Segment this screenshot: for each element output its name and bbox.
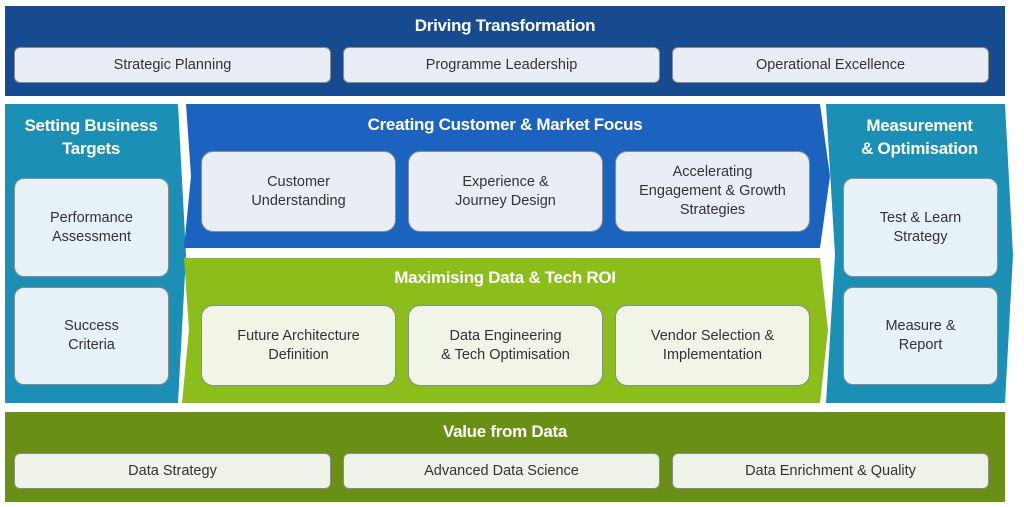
datatech-item-2-line2: Implementation: [662, 346, 763, 363]
datatech-panel: Maximising Data & Tech ROI Future Archit…: [190, 258, 820, 403]
customer-item-1-line1: Experience &: [462, 173, 549, 190]
top-item-strategic-planning[interactable]: Strategic Planning: [14, 47, 331, 83]
datatech-item-future-architecture[interactable]: Future Architecture Definition: [201, 305, 396, 386]
bottom-band: Value from Data Data Strategy Advanced D…: [5, 412, 1005, 502]
datatech-item-vendor-selection[interactable]: Vendor Selection & Implementation: [615, 305, 810, 386]
top-item-operational-excellence[interactable]: Operational Excellence: [672, 47, 989, 83]
customer-item-growth-strategies[interactable]: Accelerating Engagement & Growth Strateg…: [615, 151, 810, 232]
left-item-0-line1: Performance: [49, 209, 133, 226]
right-item-0-line1: Test & Learn: [879, 209, 962, 226]
datatech-item-0-line2: Definition: [268, 346, 329, 363]
left-item-0-line2: Assessment: [52, 228, 131, 245]
left-panel-title-line2: Targets: [61, 139, 121, 158]
left-item-1-line1: Success: [64, 318, 119, 334]
left-item-performance-assessment[interactable]: Performance Assessment: [14, 178, 169, 277]
right-item-1-line2: Report: [898, 337, 943, 353]
datatech-item-data-engineering[interactable]: Data Engineering & Tech Optimisation: [408, 305, 603, 386]
datatech-item-0-line1: Future Architecture: [237, 327, 360, 344]
top-band-title: Driving Transformation: [414, 16, 596, 35]
customer-item-1-line2: Journey Design: [455, 192, 556, 209]
customer-panel-title: Creating Customer & Market Focus: [367, 115, 643, 134]
customer-item-0-line2: Understanding: [251, 192, 346, 209]
left-panel: Setting Business Targets Performance Ass…: [5, 104, 177, 403]
datatech-item-2-line1: Vendor Selection &: [650, 327, 775, 344]
customer-item-2-line1: Accelerating: [672, 164, 753, 180]
bottom-item-advanced-data-science[interactable]: Advanced Data Science: [343, 453, 660, 489]
left-panel-title: Setting Business Targets: [5, 114, 177, 160]
top-band: Driving Transformation Strategic Plannin…: [5, 6, 1005, 96]
right-panel-title-line1: Measurement: [866, 116, 973, 135]
customer-item-0-line1: Customer: [267, 173, 330, 190]
bottom-band-title: Value from Data: [443, 422, 567, 441]
right-item-measure-report[interactable]: Measure & Report: [843, 287, 998, 385]
datatech-panel-title: Maximising Data & Tech ROI: [394, 268, 616, 287]
right-panel-title-line2: & Optimisation: [861, 139, 978, 158]
bottom-item-data-strategy[interactable]: Data Strategy: [14, 453, 331, 489]
customer-item-understanding[interactable]: Customer Understanding: [201, 151, 396, 232]
left-item-success-criteria[interactable]: Success Criteria: [14, 287, 169, 385]
customer-item-2-line2: Engagement & Growth: [639, 183, 786, 199]
customer-panel: Creating Customer & Market Focus Custome…: [190, 104, 820, 248]
bottom-item-data-enrichment-quality[interactable]: Data Enrichment & Quality: [672, 453, 989, 489]
right-item-0-line2: Strategy: [893, 228, 948, 245]
right-panel: Measurement & Optimisation Test & Learn …: [834, 104, 1005, 403]
right-item-1-line1: Measure &: [885, 318, 956, 334]
right-item-test-learn[interactable]: Test & Learn Strategy: [843, 178, 998, 277]
customer-item-journey-design[interactable]: Experience & Journey Design: [408, 151, 603, 232]
left-panel-title-line1: Setting Business: [24, 116, 158, 135]
top-item-programme-leadership[interactable]: Programme Leadership: [343, 47, 660, 83]
right-panel-title: Measurement & Optimisation: [834, 114, 1005, 160]
datatech-item-1-line2: & Tech Optimisation: [441, 346, 570, 363]
customer-item-2-line3: Strategies: [679, 202, 746, 218]
left-item-1-line2: Criteria: [68, 337, 115, 353]
datatech-item-1-line1: Data Engineering: [449, 327, 562, 344]
